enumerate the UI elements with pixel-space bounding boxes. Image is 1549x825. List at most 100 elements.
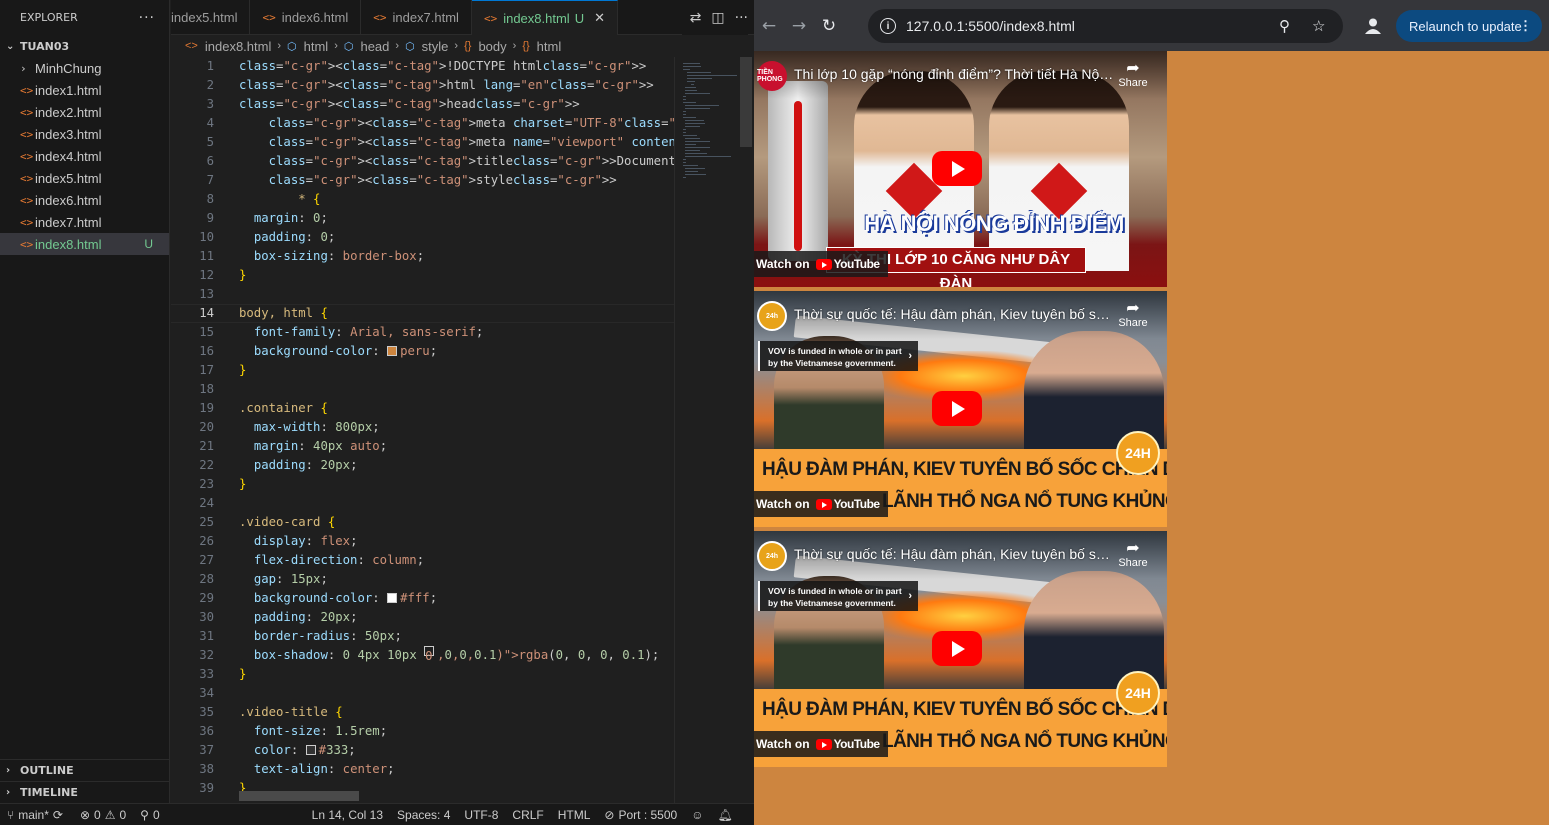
address-bar[interactable]: i 127.0.0.1:5500/index8.html ⚲ ☆ <box>868 9 1343 43</box>
code-line[interactable]: 30 padding: 20px; <box>171 608 674 627</box>
tab-index8[interactable]: <> index8.html U ✕ <box>471 0 618 35</box>
tab-index5[interactable]: index5.html <box>171 0 251 35</box>
bookmark-star-icon[interactable]: ☆ <box>1312 17 1325 35</box>
close-icon[interactable]: ✕ <box>594 10 605 26</box>
reload-icon[interactable]: ↻ <box>814 16 844 36</box>
code-line[interactable]: 25 .video-card { <box>171 513 674 532</box>
code-line[interactable]: 21 margin: 40px auto; <box>171 437 674 456</box>
code-line[interactable]: 33} <box>171 665 674 684</box>
code-line[interactable]: 3 class="c-gr"><class="c-tag">headclass="… <box>171 95 674 114</box>
horizontal-scrollbar[interactable] <box>239 791 359 801</box>
code-line[interactable]: 23} <box>171 475 674 494</box>
share-button[interactable]: ➦ Share <box>1118 61 1148 90</box>
notifications-icon[interactable]: 🔔︎ <box>710 808 739 822</box>
branch-status[interactable]: ⑂ main* ⟳ <box>0 808 70 822</box>
indentation[interactable]: Spaces: 4 <box>390 808 457 822</box>
file-item[interactable]: <> index1.html <box>0 79 169 101</box>
code-line[interactable]: 27 flex-direction: column; <box>171 551 674 570</box>
code-line[interactable]: 4 class="c-gr"><class="c-tag">meta chars… <box>171 114 674 133</box>
workspace-folder[interactable]: ⌄ TUAN03 <box>0 35 169 57</box>
file-item[interactable]: <> index4.html <box>0 145 169 167</box>
code-line[interactable]: 34 <box>171 684 674 703</box>
watch-on-youtube-button[interactable]: Watch on YouTube <box>754 731 888 757</box>
tab-index7[interactable]: <> index7.html <box>361 0 472 35</box>
code-line[interactable]: 19 .container { <box>171 399 674 418</box>
kebab-menu-icon[interactable]: ⋮ <box>1519 18 1532 34</box>
site-info-icon[interactable]: i <box>880 18 896 34</box>
breadcrumb-item[interactable]: html <box>304 39 329 54</box>
file-item[interactable]: <> index8.html U <box>0 233 169 255</box>
live-server-status[interactable]: ⊘ Port : 5500 <box>597 808 684 822</box>
code-line[interactable]: 17} <box>171 361 674 380</box>
play-button[interactable] <box>932 391 982 426</box>
relaunch-button[interactable]: Relaunch to update ⋮ <box>1396 10 1542 42</box>
code-editor[interactable]: 1 class="c-gr"><class="c-tag">!DOCTYPE ht… <box>171 57 674 803</box>
problems-status[interactable]: ⊗ 0 ⚠ 0 <box>70 808 133 822</box>
code-line[interactable]: 16 background-color: peru; <box>171 342 674 361</box>
folder-minhchung[interactable]: › MinhChung <box>0 57 169 79</box>
code-line[interactable]: 15 font-family: Arial, sans-serif; <box>171 323 674 342</box>
code-line[interactable]: 35 .video-title { <box>171 703 674 722</box>
funding-notice[interactable]: VOV is funded in whole or in part by the… <box>758 581 918 611</box>
code-line[interactable]: 20 max-width: 800px; <box>171 418 674 437</box>
compare-changes-icon[interactable]: ⇄ <box>690 10 702 26</box>
zoom-icon[interactable]: ⚲ <box>1279 17 1290 35</box>
code-line[interactable]: 7 class="c-gr"><class="c-tag">styleclass… <box>171 171 674 190</box>
code-line[interactable]: 26 display: flex; <box>171 532 674 551</box>
code-line[interactable]: 13 <box>171 285 674 304</box>
funding-notice[interactable]: VOV is funded in whole or in part by the… <box>758 341 918 371</box>
watch-on-youtube-button[interactable]: Watch on YouTube <box>754 491 888 517</box>
language-mode[interactable]: HTML <box>551 808 598 822</box>
share-button[interactable]: ➦ Share <box>1118 301 1148 330</box>
vertical-scrollbar[interactable] <box>740 57 752 147</box>
breadcrumb-item[interactable]: body <box>478 39 506 54</box>
split-editor-icon[interactable]: ◫ <box>711 10 724 26</box>
code-line[interactable]: 22 padding: 20px; <box>171 456 674 475</box>
code-line[interactable]: 5 class="c-gr"><class="c-tag">meta name=… <box>171 133 674 152</box>
file-item[interactable]: <> index5.html <box>0 167 169 189</box>
play-button[interactable] <box>932 631 982 666</box>
cursor-position[interactable]: Ln 14, Col 13 <box>305 808 390 822</box>
code-line[interactable]: 37 color: #333; <box>171 741 674 760</box>
file-item[interactable]: <> index6.html <box>0 189 169 211</box>
breadcrumb-item[interactable]: html <box>537 39 562 54</box>
encoding[interactable]: UTF-8 <box>457 808 505 822</box>
channel-logo[interactable]: 24h <box>757 301 787 331</box>
breadcrumb-item[interactable]: style <box>422 39 449 54</box>
more-actions-icon[interactable]: ··· <box>139 10 155 26</box>
code-line[interactable]: 9 margin: 0; <box>171 209 674 228</box>
code-line[interactable]: 18 <box>171 380 674 399</box>
code-line[interactable]: 28 gap: 15px; <box>171 570 674 589</box>
code-line[interactable]: 1 class="c-gr"><class="c-tag">!DOCTYPE ht… <box>171 57 674 76</box>
tab-index6[interactable]: <> index6.html <box>250 0 362 35</box>
code-line[interactable]: 8 * { <box>171 190 674 209</box>
code-line[interactable]: 6 class="c-gr"><class="c-tag">titleclass… <box>171 152 674 171</box>
file-item[interactable]: <> index3.html <box>0 123 169 145</box>
video-title[interactable]: Thời sự quốc tế: Hậu đàm phán, Kiev tuyê… <box>794 306 1114 322</box>
breadcrumb-item[interactable]: index8.html <box>205 39 271 54</box>
code-line[interactable]: 2 class="c-gr"><class="c-tag">html lang="… <box>171 76 674 95</box>
video-embed[interactable]: HẬU ĐÀM PHÁN, KIEV TUYÊN BỐ SỐC CHIẾN DỊ… <box>754 531 1167 767</box>
outline-section[interactable]: › OUTLINE <box>0 759 170 781</box>
profile-icon[interactable] <box>1364 17 1382 35</box>
video-embed[interactable]: HÀ NỘI NÓNG ĐỈNH ĐIỂM KỲ THI LỚP 10 CĂNG… <box>754 51 1167 287</box>
code-line[interactable]: 14 body, html { <box>171 304 674 323</box>
video-title[interactable]: Thi lớp 10 gặp “nóng đỉnh điểm”? Thời ti… <box>794 66 1114 82</box>
channel-logo[interactable]: TIỀN PHONG <box>757 61 787 91</box>
code-line[interactable]: 12} <box>171 266 674 285</box>
back-arrow-icon[interactable]: ← <box>754 16 784 36</box>
more-actions-icon[interactable]: ··· <box>735 10 748 26</box>
code-line[interactable]: 10 padding: 0; <box>171 228 674 247</box>
code-line[interactable]: 36 font-size: 1.5rem; <box>171 722 674 741</box>
video-title[interactable]: Thời sự quốc tế: Hậu đàm phán, Kiev tuyê… <box>794 546 1114 562</box>
timeline-section[interactable]: › TIMELINE <box>0 781 170 803</box>
watch-on-youtube-button[interactable]: Watch on YouTube <box>754 251 888 277</box>
file-item[interactable]: <> index7.html <box>0 211 169 233</box>
breadcrumb-item[interactable]: head <box>360 39 389 54</box>
code-line[interactable]: 31 border-radius: 50px; <box>171 627 674 646</box>
video-embed[interactable]: HẬU ĐÀM PHÁN, KIEV TUYÊN BỐ SỐC CHIẾN DỊ… <box>754 291 1167 527</box>
code-line[interactable]: 11 box-sizing: border-box; <box>171 247 674 266</box>
ports-status[interactable]: ⚲ 0 <box>133 808 166 822</box>
copilot-icon[interactable]: ☺ <box>684 808 710 822</box>
minimap[interactable] <box>674 57 739 803</box>
